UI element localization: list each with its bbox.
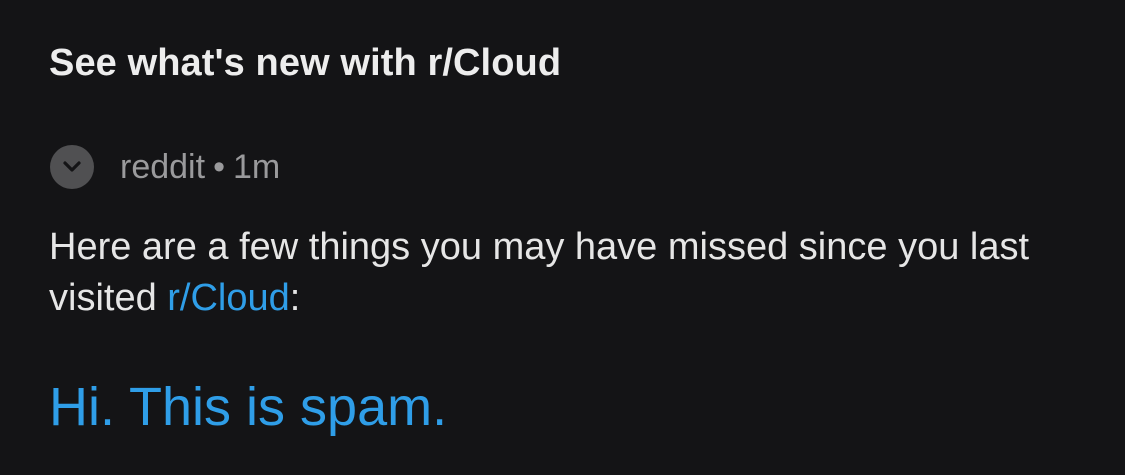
subreddit-link[interactable]: r/Cloud [167,277,290,319]
notification-meta-text: reddit • 1m [120,148,280,187]
timestamp: 1m [232,147,281,186]
post-link[interactable]: Hi. This is spam. [49,376,447,438]
notification-card: See what's new with r/Cloud reddit • 1m He… [0,0,1125,475]
chevron-down-icon [62,160,82,174]
notification-meta: reddit • 1m [50,145,280,189]
source-name: reddit [120,147,206,186]
body-suffix: : [289,277,301,319]
meta-separator: • [213,147,225,186]
collapse-button[interactable] [50,145,94,189]
notification-body: Here are a few things you may have misse… [49,222,1059,324]
notification-title: See what's new with r/Cloud [49,42,562,84]
